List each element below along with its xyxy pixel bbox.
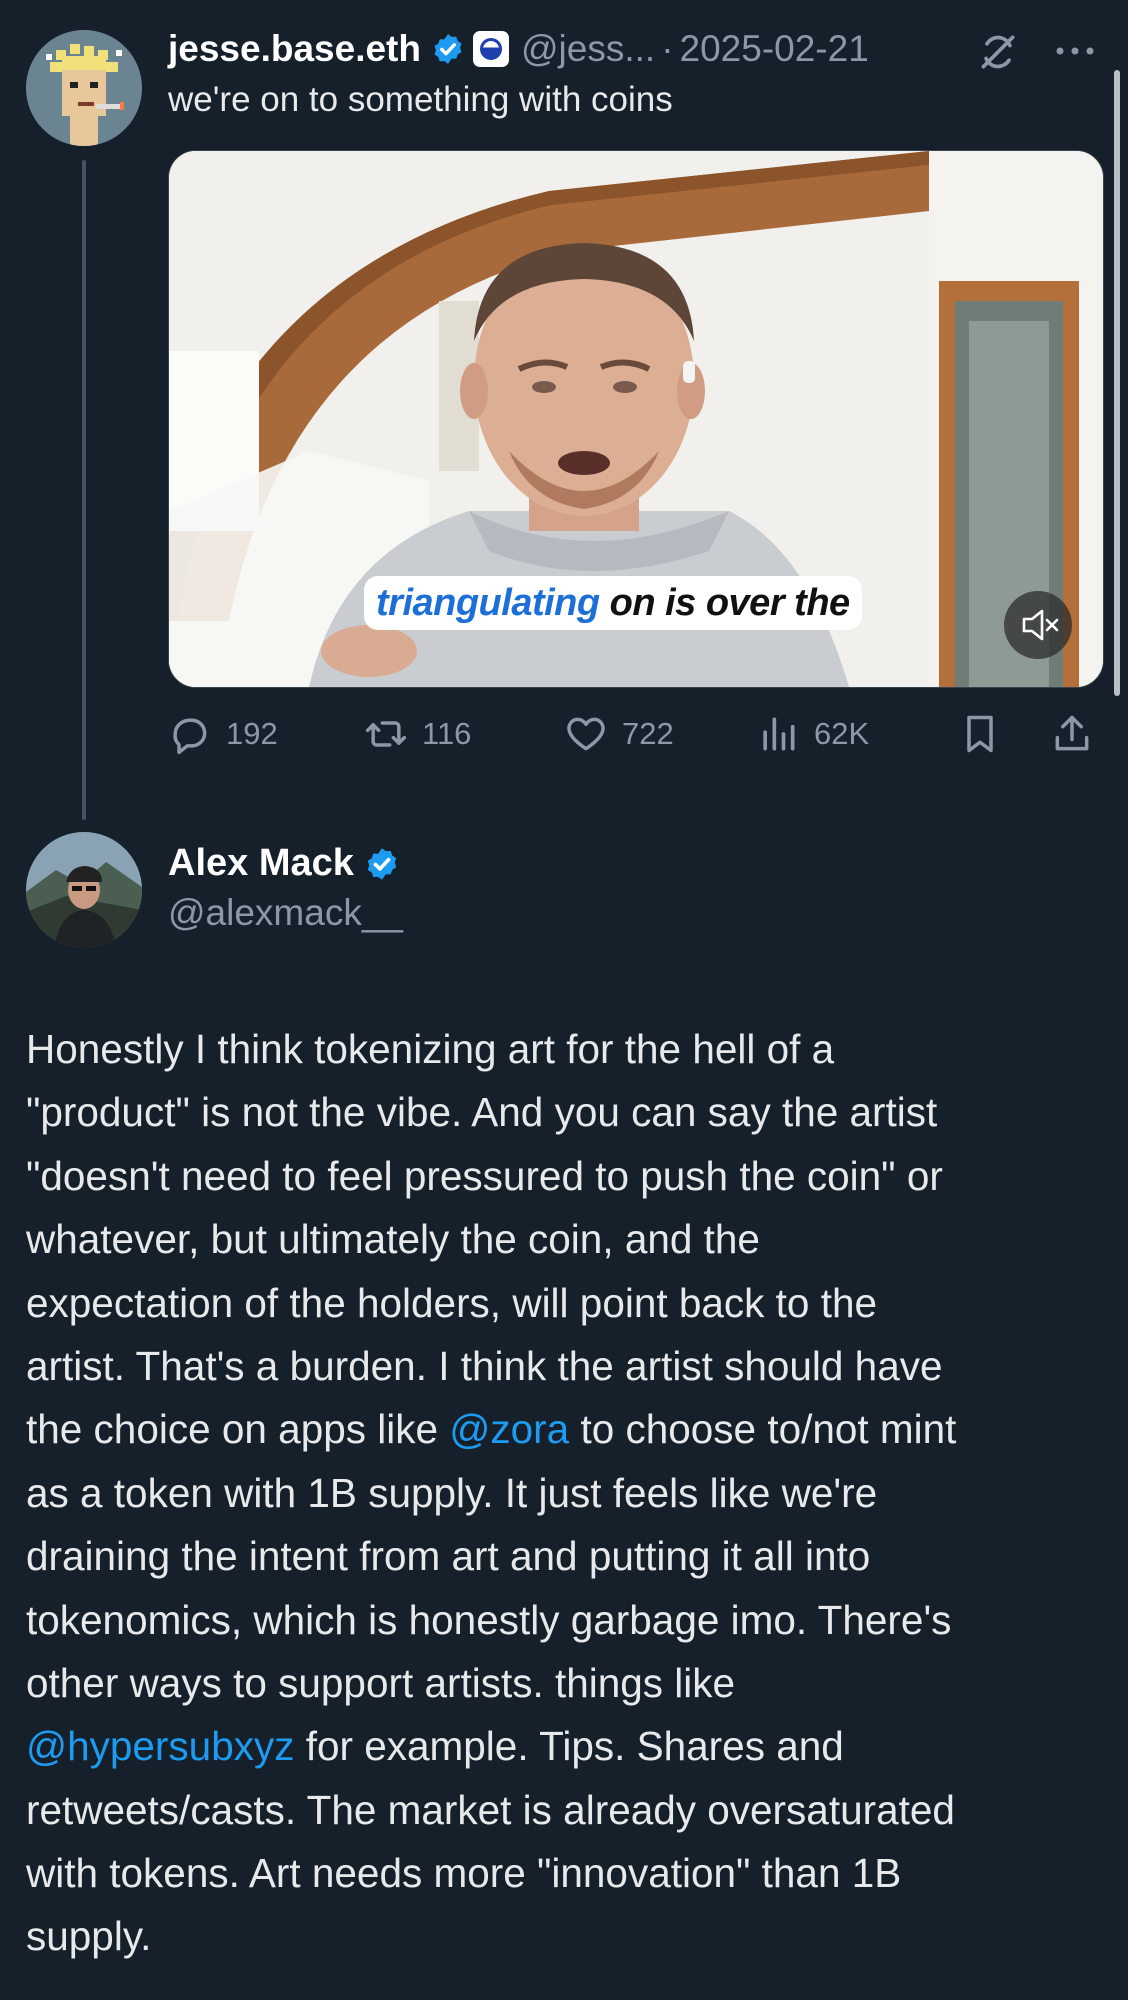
body-line: as a token with 1B supply. It just feels… xyxy=(26,1462,1116,1525)
body-text: tokenomics, which is honestly garbage im… xyxy=(26,1596,952,1643)
body-line: the choice on apps like @zora to choose … xyxy=(26,1398,1116,1461)
like-icon xyxy=(567,717,605,751)
bookmark-icon xyxy=(967,715,993,753)
avatar-alex-mack[interactable] xyxy=(26,832,142,948)
thread-connector xyxy=(82,160,86,820)
body-text: expectation of the holders, will point b… xyxy=(26,1279,878,1326)
body-line: "doesn't need to feel pressured to push … xyxy=(26,1145,1116,1208)
body-text: artist. That's a burden. I think the art… xyxy=(26,1342,943,1389)
caption-highlight: triangulating xyxy=(376,581,600,624)
tweet2-text: Honestly I think tokenizing art for the … xyxy=(26,1018,1116,1969)
body-line: other ways to support artists. things li… xyxy=(26,1652,1116,1715)
body-line: supply. xyxy=(26,1905,1116,1968)
body-text: Honestly I think tokenizing art for the … xyxy=(26,1026,835,1072)
caption-text: on is over the xyxy=(609,581,851,624)
reply-button[interactable]: 192 xyxy=(168,706,278,762)
mention-link[interactable]: @hypersubxyz xyxy=(26,1723,294,1769)
avatar-jesse[interactable] xyxy=(26,30,142,146)
display-name[interactable]: Alex Mack xyxy=(168,842,354,885)
sync-off-icon[interactable] xyxy=(976,30,1020,74)
body-text: supply. xyxy=(26,1913,152,1960)
body-line: @hypersubxyz for example. Tips. Shares a… xyxy=(26,1715,1116,1778)
mute-button[interactable] xyxy=(1004,591,1072,659)
body-line: whatever, but ultimately the coin, and t… xyxy=(26,1208,1116,1271)
body-text: other ways to support artists. things li… xyxy=(26,1659,736,1706)
views-button[interactable]: 62K xyxy=(756,706,869,762)
body-text: for example. Tips. Shares and xyxy=(294,1723,844,1770)
tweet1-text: we're on to something with coins xyxy=(168,80,673,119)
bookmark-button[interactable] xyxy=(958,706,1016,762)
mention-link[interactable]: @zora xyxy=(449,1406,569,1452)
repost-count: 116 xyxy=(422,716,472,751)
body-text: whatever, but ultimately the coin, and t… xyxy=(26,1216,760,1263)
tweet-date[interactable]: 2025-02-21 xyxy=(680,28,869,70)
like-button[interactable]: 722 xyxy=(564,706,674,762)
views-icon xyxy=(763,717,795,751)
body-line: draining the intent from art and putting… xyxy=(26,1525,1116,1588)
mute-icon xyxy=(1022,609,1059,641)
tweet2-header: Alex Mack xyxy=(168,842,400,885)
body-text: "product" is not the vibe. And you can s… xyxy=(26,1089,938,1136)
display-name[interactable]: jesse.base.eth xyxy=(168,28,421,70)
more-icon[interactable] xyxy=(1050,36,1100,66)
body-text: "doesn't need to feel pressured to push … xyxy=(26,1152,943,1199)
repost-icon xyxy=(365,721,407,747)
scrollbar[interactable] xyxy=(1114,70,1120,696)
body-text: retweets/casts. The market is already ov… xyxy=(26,1786,955,1833)
body-line: artist. That's a burden. I think the art… xyxy=(26,1335,1116,1398)
body-line: Honestly I think tokenizing art for the … xyxy=(26,1018,1116,1081)
reply-icon xyxy=(173,718,207,755)
like-count: 722 xyxy=(622,716,674,751)
body-line: tokenomics, which is honestly garbage im… xyxy=(26,1589,1116,1652)
meta-separator: · xyxy=(661,28,674,69)
body-line: "product" is not the vibe. And you can s… xyxy=(26,1081,1116,1144)
share-icon xyxy=(1055,715,1089,751)
body-line: retweets/casts. The market is already ov… xyxy=(26,1779,1116,1842)
body-text: with tokens. Art needs more "innovation"… xyxy=(26,1850,902,1897)
verified-badge-icon xyxy=(434,34,462,64)
body-line: expectation of the holders, will point b… xyxy=(26,1272,1116,1335)
body-line: with tokens. Art needs more "innovation"… xyxy=(26,1842,1116,1905)
reply-count: 192 xyxy=(226,716,278,751)
share-button[interactable] xyxy=(1050,706,1108,762)
repost-button[interactable]: 116 xyxy=(364,706,471,762)
handle[interactable]: @alexmack__ xyxy=(168,892,403,934)
base-badge-icon xyxy=(472,31,509,67)
tweet1-header: jesse.base.eth @jess... · 2025-02-21 xyxy=(168,24,869,74)
body-text: draining the intent from art and putting… xyxy=(26,1533,871,1580)
body-text: as a token with 1B supply. It just feels… xyxy=(26,1469,878,1516)
handle[interactable]: @jess... xyxy=(521,28,655,70)
video-caption: triangulating on is over the xyxy=(364,576,862,630)
views-count: 62K xyxy=(814,716,870,751)
verified-badge-icon xyxy=(367,847,397,880)
body-text: the choice on apps like xyxy=(26,1406,450,1453)
body-text: to choose to/not mint xyxy=(569,1406,957,1453)
